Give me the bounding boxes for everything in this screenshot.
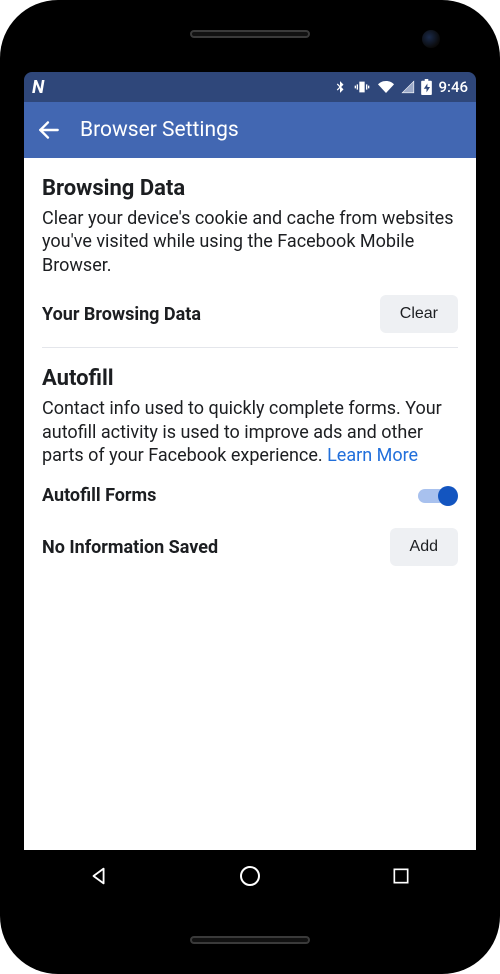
phone-speaker-top bbox=[190, 30, 310, 38]
browsing-data-heading: Browsing Data bbox=[42, 176, 458, 201]
autofill-description: Contact info used to quickly complete fo… bbox=[42, 397, 458, 467]
status-clock: 9:46 bbox=[438, 78, 468, 96]
browsing-data-description: Clear your device's cookie and cache fro… bbox=[42, 207, 458, 277]
your-browsing-data-label: Your Browsing Data bbox=[42, 304, 201, 325]
android-nav-bar bbox=[24, 850, 476, 902]
screen: N 9:46 bbox=[24, 72, 476, 902]
content-area: Browsing Data Clear your device's cookie… bbox=[24, 158, 476, 850]
learn-more-link[interactable]: Learn More bbox=[327, 445, 418, 466]
wifi-icon bbox=[377, 79, 395, 95]
autofill-forms-label: Autofill Forms bbox=[42, 485, 156, 506]
no-information-saved-row: No Information Saved Add bbox=[42, 528, 458, 566]
vibrate-icon bbox=[353, 79, 371, 95]
android-n-icon: N bbox=[32, 77, 43, 98]
app-bar: Browser Settings bbox=[24, 102, 476, 158]
autofill-forms-row: Autofill Forms bbox=[42, 485, 458, 506]
battery-charging-icon bbox=[421, 79, 432, 95]
phone-frame: N 9:46 bbox=[0, 0, 500, 974]
nav-back-button[interactable] bbox=[59, 856, 139, 896]
bluetooth-icon bbox=[333, 79, 347, 95]
phone-speaker-bottom bbox=[190, 936, 310, 944]
add-button[interactable]: Add bbox=[390, 528, 458, 566]
phone-camera bbox=[422, 30, 440, 48]
page-title: Browser Settings bbox=[80, 118, 239, 142]
section-autofill: Autofill Contact info used to quickly co… bbox=[42, 366, 458, 566]
nav-recents-button[interactable] bbox=[361, 856, 441, 896]
section-divider bbox=[42, 347, 458, 348]
autofill-forms-toggle[interactable] bbox=[418, 486, 458, 506]
nav-home-button[interactable] bbox=[210, 856, 290, 896]
no-information-saved-label: No Information Saved bbox=[42, 537, 218, 558]
back-arrow-icon[interactable] bbox=[36, 117, 62, 143]
your-browsing-data-row: Your Browsing Data Clear bbox=[42, 295, 458, 333]
section-browsing-data: Browsing Data Clear your device's cookie… bbox=[42, 176, 458, 333]
status-bar: N 9:46 bbox=[24, 72, 476, 102]
clear-button[interactable]: Clear bbox=[380, 295, 458, 333]
autofill-heading: Autofill bbox=[42, 366, 458, 391]
signal-icon bbox=[401, 80, 415, 94]
